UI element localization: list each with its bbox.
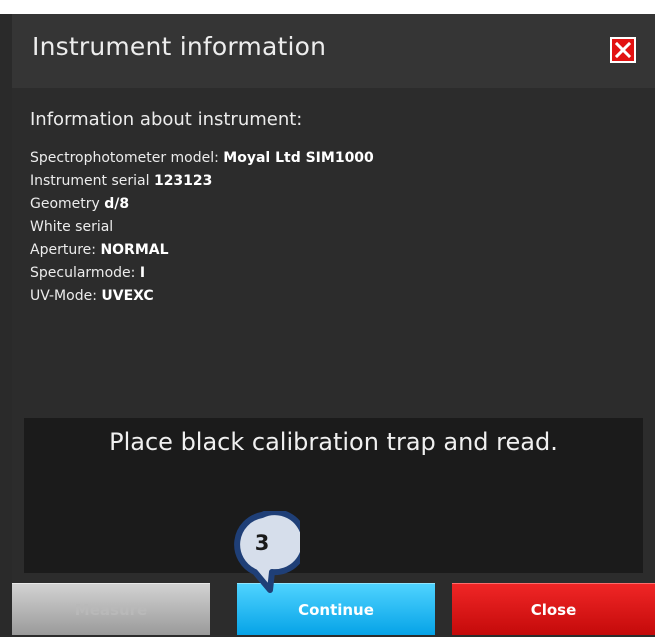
info-label: UV-Mode: <box>30 288 97 304</box>
callout-number: 3 <box>254 531 270 555</box>
info-label: Geometry <box>30 196 100 212</box>
close-x-icon[interactable] <box>610 37 636 63</box>
info-row-geometry: Geometry d/8 <box>30 193 374 216</box>
info-value: UVEXC <box>101 288 154 304</box>
dialog-titlebar: Instrument information <box>12 14 655 88</box>
info-label: Instrument serial <box>30 173 150 189</box>
info-value: NORMAL <box>100 242 169 258</box>
instrument-info-list: Spectrophotometer model: Moyal Ltd SIM10… <box>30 147 374 308</box>
info-label: Aperture: <box>30 242 96 258</box>
step-callout: 3 <box>228 511 300 601</box>
info-label: Spectrophotometer model: <box>30 150 219 166</box>
dialog-title: Instrument information <box>32 32 327 61</box>
close-x-glyph <box>614 41 632 59</box>
info-row-model: Spectrophotometer model: Moyal Ltd SIM10… <box>30 147 374 170</box>
instruction-message: Place black calibration trap and read. <box>109 428 558 456</box>
info-row-uv-mode: UV-Mode: UVEXC <box>30 285 374 308</box>
info-value: 123123 <box>153 173 213 189</box>
close-button[interactable]: Close <box>452 583 655 635</box>
screen: Instrument information Information about… <box>0 0 655 637</box>
info-value: I <box>139 265 146 281</box>
background-window-edge <box>0 14 12 637</box>
info-row-serial: Instrument serial 123123 <box>30 170 374 193</box>
info-row-aperture: Aperture: NORMAL <box>30 239 374 262</box>
info-value: d/8 <box>104 196 130 212</box>
instrument-information-dialog: Instrument information Information about… <box>12 14 655 637</box>
info-row-specularmode: Specularmode: I <box>30 262 374 285</box>
info-heading: Information about instrument: <box>30 109 303 130</box>
instruction-panel: Place black calibration trap and read. <box>24 418 643 573</box>
info-label: White serial <box>30 219 114 235</box>
callout-bubble-icon <box>234 511 300 593</box>
info-value: Moyal Ltd SIM1000 <box>223 150 374 166</box>
info-row-white-serial: White serial <box>30 216 374 239</box>
measure-button[interactable]: Measure <box>12 583 210 635</box>
info-label: Specularmode: <box>30 265 136 281</box>
